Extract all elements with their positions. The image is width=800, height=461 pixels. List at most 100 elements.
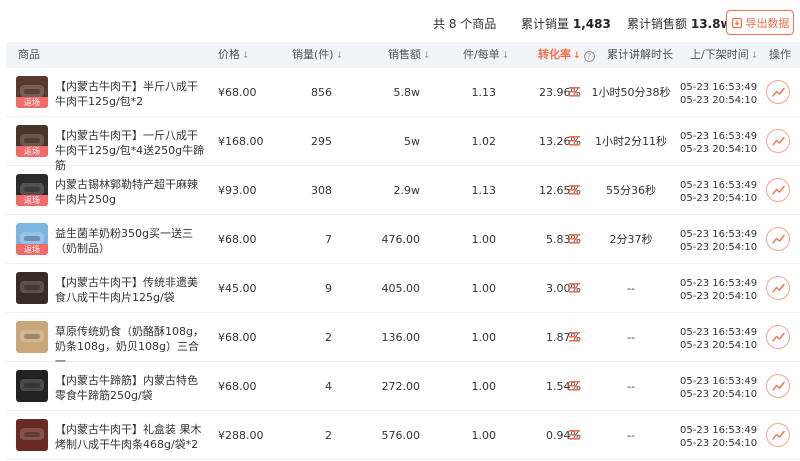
table-row[interactable]: 【内蒙古牛蹄筋】内蒙古特色零食牛蹄筋250g/袋 ¥68.00 4 272.00… xyxy=(6,362,800,411)
down-time: 05-23 20:54:10 xyxy=(680,193,758,204)
conversion-bars-icon xyxy=(569,283,580,293)
table-row[interactable]: 返场 益生菌羊奶粉350g买一送三（奶制品） ¥68.00 7 476.00 1… xyxy=(6,215,800,264)
per-order-cell: 1.00 xyxy=(471,380,497,393)
trend-icon xyxy=(772,87,785,97)
revenue-cell: 136.00 xyxy=(381,331,421,344)
volume-cell: 9 xyxy=(325,282,332,295)
trend-chart-button[interactable] xyxy=(766,80,790,104)
table-header: 商品 价格 ↓ 销量(件) ↓ 销售额 ↓ 件/每单 ↓ 转化率 ↓? 累计讲解时长 上/… xyxy=(6,42,800,68)
duration-cell: -- xyxy=(627,429,635,442)
product-thumbnail[interactable]: 返场 xyxy=(16,174,48,206)
product-title[interactable]: 【内蒙古牛肉干】传统非遗美食八成干牛肉片125g/袋 xyxy=(55,275,207,305)
price-cell: ¥288.00 xyxy=(218,429,264,442)
header-action: 操作 xyxy=(769,48,791,61)
sort-icon: ↓ xyxy=(423,51,431,61)
header-revenue-label: 销售额 xyxy=(388,48,421,61)
header-volume[interactable]: 销量(件) ↓ xyxy=(292,42,343,68)
table-row[interactable]: 草原传统奶食（奶酪酥108g，奶条108g，奶贝108g）三合一 ¥68.00 … xyxy=(6,313,800,368)
trend-chart-button[interactable] xyxy=(766,129,790,153)
table-row[interactable]: 返场 内蒙古锡林郭勒特产超干麻辣牛肉片250g ¥93.00 308 2.9w … xyxy=(6,166,800,215)
header-shelf-time[interactable]: 上/下架时间 ↓ xyxy=(690,42,758,68)
product-image xyxy=(16,370,48,402)
down-time: 05-23 20:54:10 xyxy=(680,144,758,155)
down-time: 05-23 20:54:10 xyxy=(680,340,758,351)
trend-chart-button[interactable] xyxy=(766,325,790,349)
sort-icon: ↓ xyxy=(242,51,250,61)
rerun-badge: 返场 xyxy=(16,97,48,108)
conversion-bars-icon xyxy=(569,381,580,391)
price-cell: ¥68.00 xyxy=(218,233,257,246)
product-thumbnail[interactable] xyxy=(16,370,48,402)
product-thumbnail[interactable]: 返场 xyxy=(16,76,48,108)
product-title[interactable]: 【内蒙古牛蹄筋】内蒙古特色零食牛蹄筋250g/袋 xyxy=(55,373,207,403)
sort-icon: ↓ xyxy=(573,51,581,61)
duration-cell: 1小时2分11秒 xyxy=(595,135,667,148)
sort-icon: ↓ xyxy=(501,51,510,61)
product-thumbnail[interactable] xyxy=(16,419,48,451)
per-order-cell: 1.00 xyxy=(471,233,497,246)
price-cell: ¥93.00 xyxy=(218,184,257,197)
product-title[interactable]: 益生菌羊奶粉350g买一送三（奶制品） xyxy=(55,226,207,256)
price-cell: ¥68.00 xyxy=(218,380,257,393)
shelf-time-cell: 05-23 16:53:49 05-23 20:54:10 xyxy=(680,277,757,303)
header-product: 商品 xyxy=(18,48,40,61)
up-time: 05-23 16:53:49 xyxy=(680,82,758,93)
down-time: 05-23 20:54:10 xyxy=(680,95,758,106)
header-price-label: 价格 xyxy=(218,48,240,61)
header-conversion[interactable]: 转化率 ↓? xyxy=(538,42,595,68)
down-time: 05-23 20:54:10 xyxy=(680,389,758,400)
duration-cell: 55分36秒 xyxy=(606,184,656,197)
duration-cell: -- xyxy=(627,331,635,344)
header-price[interactable]: 价格 ↓ xyxy=(218,42,250,68)
header-revenue[interactable]: 销售额 ↓ xyxy=(388,42,431,68)
shelf-time-cell: 05-23 16:53:49 05-23 20:54:10 xyxy=(680,326,757,352)
help-icon[interactable]: ? xyxy=(583,51,595,62)
volume-cell: 4 xyxy=(325,380,332,393)
conversion-bars-icon xyxy=(569,332,580,342)
product-title[interactable]: 内蒙古锡林郭勒特产超干麻辣牛肉片250g xyxy=(55,177,207,207)
product-thumbnail[interactable] xyxy=(16,321,48,353)
up-time: 05-23 16:53:49 xyxy=(680,229,758,240)
volume-cell: 308 xyxy=(311,184,332,197)
export-icon xyxy=(731,17,742,28)
up-time: 05-23 16:53:49 xyxy=(680,278,758,289)
product-title[interactable]: 【内蒙古牛肉干】半斤八成干牛肉干125g/包*2 xyxy=(55,79,207,109)
table-row[interactable]: 【内蒙古牛肉干】礼盒装 果木烤制八成干牛肉条468g/袋*2 ¥288.00 2… xyxy=(6,411,800,460)
revenue-cell: 405.00 xyxy=(381,282,421,295)
up-time: 05-23 16:53:49 xyxy=(680,131,758,142)
export-data-button[interactable]: 导出数据 xyxy=(726,10,794,35)
trend-icon xyxy=(772,381,785,391)
trend-chart-button[interactable] xyxy=(766,374,790,398)
conversion-bars-icon xyxy=(569,87,580,97)
trend-icon xyxy=(772,185,785,195)
product-thumbnail[interactable]: 返场 xyxy=(16,125,48,157)
header-per-order[interactable]: 件/每单 ↓ xyxy=(463,42,509,68)
per-order-cell: 1.00 xyxy=(471,429,497,442)
duration-cell: 1小时50分38秒 xyxy=(591,86,671,99)
shelf-time-cell: 05-23 16:53:49 05-23 20:54:10 xyxy=(680,375,757,401)
trend-chart-button[interactable] xyxy=(766,178,790,202)
total-sales-value: 1,483 xyxy=(572,17,611,31)
price-cell: ¥68.00 xyxy=(218,86,257,99)
summary-bar: 共 8 个商品 累计销量 1,483 累计销售额 13.8w 导出数据 xyxy=(0,0,800,42)
trend-chart-button[interactable] xyxy=(766,276,790,300)
duration-cell: -- xyxy=(627,282,635,295)
product-title[interactable]: 【内蒙古牛肉干】礼盒装 果木烤制八成干牛肉条468g/袋*2 xyxy=(55,422,207,452)
sort-icon: ↓ xyxy=(335,51,344,61)
table-row[interactable]: 返场 【内蒙古牛肉干】一斤八成干牛肉干125g/包*4送250g牛蹄筋 ¥168… xyxy=(6,117,800,172)
product-thumbnail[interactable] xyxy=(16,272,48,304)
trend-chart-button[interactable] xyxy=(766,227,790,251)
table-row[interactable]: 【内蒙古牛肉干】传统非遗美食八成干牛肉片125g/袋 ¥45.00 9 405.… xyxy=(6,264,800,313)
table-row[interactable]: 返场 【内蒙古牛肉干】半斤八成干牛肉干125g/包*2 ¥68.00 856 5… xyxy=(6,68,800,117)
shelf-time-cell: 05-23 16:53:49 05-23 20:54:10 xyxy=(680,179,757,205)
price-cell: ¥68.00 xyxy=(218,331,257,344)
rerun-badge: 返场 xyxy=(16,244,48,255)
total-revenue-label: 累计销售额 xyxy=(627,17,688,31)
trend-chart-button[interactable] xyxy=(766,423,790,447)
product-image xyxy=(16,321,48,353)
product-thumbnail[interactable]: 返场 xyxy=(16,223,48,255)
per-order-cell: 1.02 xyxy=(471,135,497,148)
price-cell: ¥45.00 xyxy=(218,282,257,295)
total-count: 共 8 个商品 xyxy=(433,17,497,31)
product-image xyxy=(16,272,48,304)
